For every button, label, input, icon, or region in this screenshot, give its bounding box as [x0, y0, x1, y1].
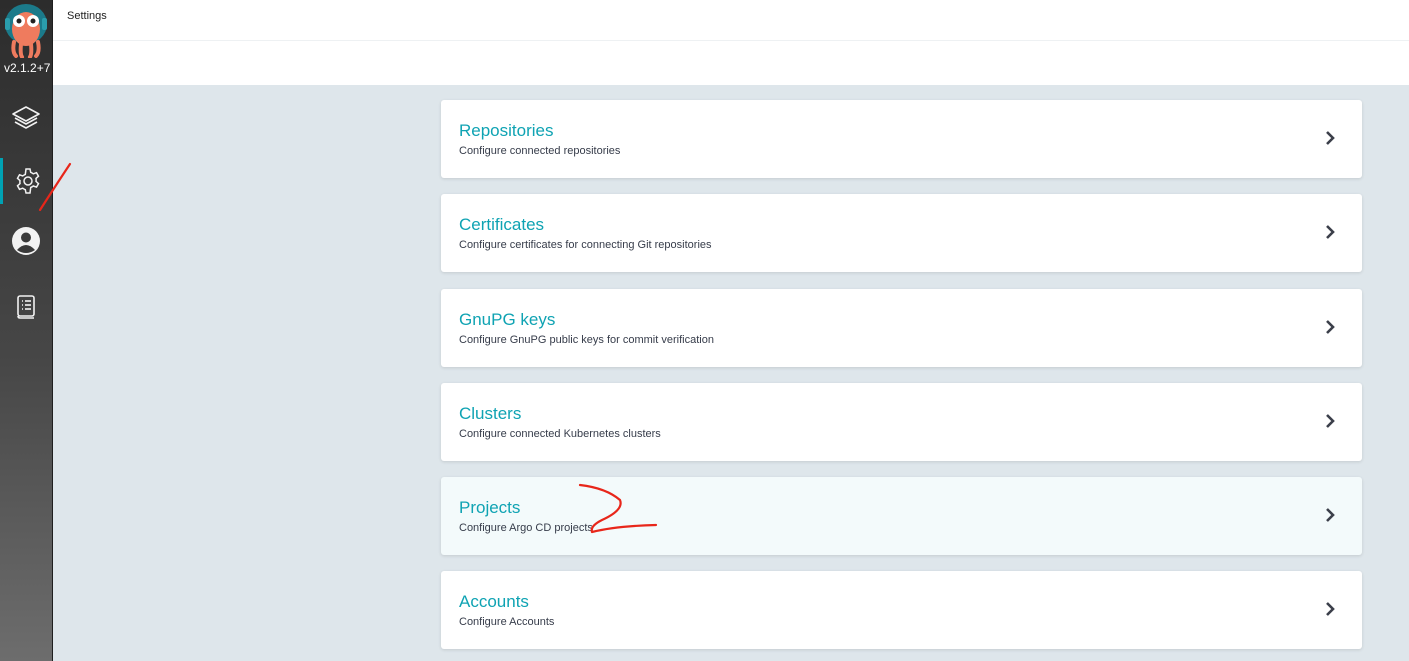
card-description: Configure GnuPG public keys for commit v…	[459, 334, 714, 346]
version-label: v2.1.2+7	[4, 61, 51, 75]
sidebar-item-applications[interactable]	[0, 96, 52, 142]
sidebar-item-user-info[interactable]	[0, 218, 52, 264]
settings-card-certificates[interactable]: Certificates Configure certificates for …	[441, 194, 1362, 272]
card-description: Configure connected repositories	[459, 145, 621, 157]
card-title: Projects	[459, 498, 521, 517]
sidebar: v2.1.2+7	[0, 0, 53, 661]
gear-icon	[14, 167, 42, 195]
chevron-right-icon	[1326, 414, 1335, 428]
page-title: Settings	[67, 10, 107, 22]
settings-card-accounts[interactable]: Accounts Configure Accounts	[441, 571, 1362, 649]
top-bar: Settings	[53, 0, 1409, 41]
card-description: Configure certificates for connecting Gi…	[459, 239, 712, 251]
chevron-right-icon	[1326, 131, 1335, 145]
toolbar-area	[53, 41, 1409, 85]
card-description: Configure Argo CD projects	[459, 522, 593, 534]
chevron-right-icon	[1326, 602, 1335, 616]
settings-card-projects[interactable]: Projects Configure Argo CD projects	[441, 477, 1362, 555]
user-circle-icon	[11, 226, 41, 256]
chevron-right-icon	[1326, 225, 1335, 239]
card-title: GnuPG keys	[459, 310, 556, 329]
card-description: Configure Accounts	[459, 616, 555, 628]
sidebar-item-settings[interactable]	[0, 158, 52, 204]
settings-card-gnupg-keys[interactable]: GnuPG keys Configure GnuPG public keys f…	[441, 289, 1362, 367]
card-title: Certificates	[459, 215, 545, 234]
card-title: Clusters	[459, 404, 522, 423]
sidebar-item-docs[interactable]	[0, 284, 52, 330]
card-title: Accounts	[459, 592, 529, 611]
chevron-right-icon	[1326, 508, 1335, 522]
settings-card-clusters[interactable]: Clusters Configure connected Kubernetes …	[441, 383, 1362, 461]
book-icon	[15, 294, 37, 320]
card-description: Configure connected Kubernetes clusters	[459, 428, 661, 440]
chevron-right-icon	[1326, 320, 1335, 334]
layers-icon	[11, 105, 41, 133]
argo-logo-icon[interactable]	[4, 2, 48, 59]
settings-card-repositories[interactable]: Repositories Configure connected reposit…	[441, 100, 1362, 178]
card-title: Repositories	[459, 121, 554, 140]
